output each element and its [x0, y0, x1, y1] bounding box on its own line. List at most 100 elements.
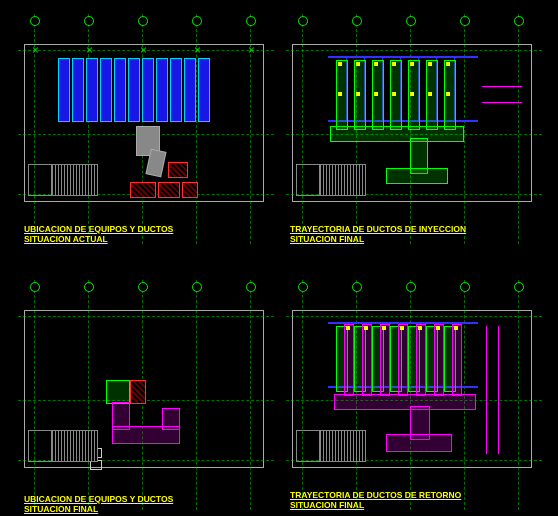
grid-bubble [514, 16, 524, 26]
grid-line [286, 50, 542, 51]
caption-line1: TRAYECTORIA DE DUCTOS DE INYECCION [290, 224, 466, 234]
return-trunk [334, 394, 476, 410]
stairs [320, 430, 366, 462]
caption-line2: SITUACION FINAL [24, 504, 173, 514]
caption-line1: UBICACION DE EQUIPOS Y DUCTOS [24, 224, 173, 234]
grid-line [464, 14, 465, 244]
grid-bubble [352, 282, 362, 292]
return-grille [400, 326, 404, 330]
rack [58, 58, 70, 122]
diffuser [338, 92, 342, 96]
ahu-unit [106, 380, 130, 404]
column-mark: × [248, 46, 255, 54]
grid-bubble [138, 16, 148, 26]
room [28, 164, 52, 196]
grid-bubble [30, 16, 40, 26]
grid-line [286, 316, 542, 317]
plan-equipment-final [18, 280, 274, 510]
rack [142, 58, 154, 122]
grid-bubble [406, 16, 416, 26]
rack [114, 58, 126, 122]
grid-line [302, 280, 303, 510]
equipment-new [130, 182, 156, 198]
grid-bubble [84, 282, 94, 292]
cad-viewport[interactable]: × × × × × [0, 0, 558, 516]
rack [198, 58, 210, 122]
caption-line1: UBICACION DE EQUIPOS Y DUCTOS [24, 494, 173, 504]
grid-bubble [138, 282, 148, 292]
caption-line2: SITUACION FINAL [290, 500, 461, 510]
rack [128, 58, 140, 122]
grid-line [250, 280, 251, 510]
return-branch [344, 324, 354, 396]
diffuser [356, 92, 360, 96]
caption-bottom-left: UBICACION DE EQUIPOS Y DUCTOS SITUACION … [24, 494, 173, 514]
equipment-new [130, 380, 146, 404]
grid-bubble [406, 282, 416, 292]
stairs [320, 164, 366, 196]
stairs [52, 430, 98, 462]
grid-bubble [298, 16, 308, 26]
return-branch [362, 324, 372, 396]
grid-line [34, 280, 35, 510]
rack [184, 58, 196, 122]
caption-top-right: TRAYECTORIA DE DUCTOS DE INYECCION SITUA… [290, 224, 466, 244]
stairs [52, 164, 98, 196]
diffuser [410, 92, 414, 96]
grid-bubble [192, 16, 202, 26]
diffuser [338, 62, 342, 66]
grid-bubble [30, 282, 40, 292]
rack [156, 58, 168, 122]
grid-bubble [514, 282, 524, 292]
grid-bubble [298, 282, 308, 292]
equipment-new [158, 182, 180, 198]
supply-trunk-lower [386, 168, 448, 184]
grid-line [196, 280, 197, 510]
leader-line [482, 86, 522, 87]
return-grille [346, 326, 350, 330]
diffuser [392, 62, 396, 66]
rack [100, 58, 112, 122]
extent-line [498, 326, 499, 454]
plan-supply-ducts-final [286, 14, 542, 244]
rack [72, 58, 84, 122]
rack [86, 58, 98, 122]
grid-line [302, 14, 303, 244]
diffuser [428, 92, 432, 96]
return-branch [380, 324, 390, 396]
equipment-new [182, 182, 198, 198]
return-branch [416, 324, 426, 396]
grid-bubble [246, 282, 256, 292]
room [296, 164, 320, 196]
return-branch [398, 324, 408, 396]
diffuser [446, 62, 450, 66]
return-grille [364, 326, 368, 330]
diffuser [428, 62, 432, 66]
column-mark: × [32, 46, 39, 54]
equipment-new [168, 162, 188, 178]
return-branch [452, 324, 462, 396]
column-mark: × [86, 46, 93, 54]
return-trunk-lower [386, 434, 452, 452]
grid-bubble [352, 16, 362, 26]
return-branch [434, 324, 444, 396]
grid-line [518, 280, 519, 510]
extent-line [486, 326, 487, 454]
caption-top-left: UBICACION DE EQUIPOS Y DUCTOS SITUACION … [24, 224, 173, 244]
column-mark: × [194, 46, 201, 54]
grid-bubble [460, 282, 470, 292]
room [296, 430, 320, 462]
diffuser [374, 92, 378, 96]
rack-row-outline [328, 56, 478, 58]
plan-equipment-current: × × × × × [18, 14, 274, 244]
plan-return-ducts-final [286, 280, 542, 510]
rack [170, 58, 182, 122]
grid-line [18, 400, 274, 401]
caption-line2: SITUACION ACTUAL [24, 234, 173, 244]
return-grille [382, 326, 386, 330]
return-grille [454, 326, 458, 330]
return-duct [162, 408, 180, 430]
grid-line [518, 14, 519, 244]
caption-bottom-right: TRAYECTORIA DE DUCTOS DE RETORNO SITUACI… [290, 490, 461, 510]
return-grille [436, 326, 440, 330]
